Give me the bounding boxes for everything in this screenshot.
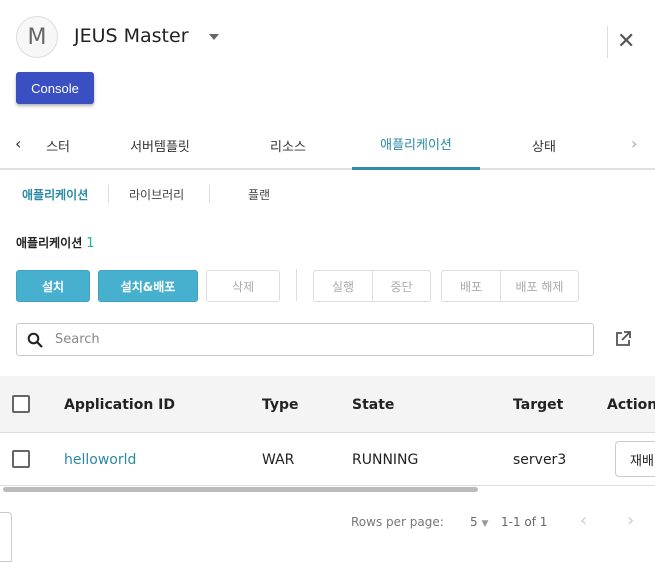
install-deploy-button[interactable]: 설치&배포 <box>98 270 198 302</box>
install-button[interactable]: 설치 <box>16 270 90 302</box>
dropdown-caret-icon: ▼ <box>481 519 489 529</box>
tab-label: 스터 <box>46 139 70 155</box>
divider <box>607 26 608 58</box>
page-range: 1-1 of 1 <box>501 515 548 529</box>
tab-application[interactable]: 애플리케이션 <box>352 120 480 170</box>
tab-cluster[interactable]: 스터 <box>36 120 70 170</box>
chevron-left-icon[interactable]: ‹ <box>15 134 21 153</box>
divider <box>296 269 297 301</box>
tab-resource[interactable]: 리소스 <box>230 120 346 170</box>
prev-page-icon[interactable]: ‹ <box>580 510 587 531</box>
run-button[interactable]: 실행 <box>314 271 372 301</box>
target-cell: server3 <box>513 452 567 468</box>
stop-button[interactable]: 중단 <box>372 271 430 301</box>
open-external-icon[interactable] <box>614 330 632 348</box>
search-input[interactable] <box>55 332 555 347</box>
search-icon <box>27 332 43 348</box>
divider <box>108 185 109 203</box>
select-all-checkbox[interactable] <box>12 395 30 413</box>
column-state[interactable]: State <box>352 397 394 413</box>
app-count: 1 <box>86 236 95 251</box>
column-action: Action <box>607 397 655 413</box>
type-cell: WAR <box>262 452 295 468</box>
divider <box>209 185 210 203</box>
state-cell: RUNNING <box>352 452 419 468</box>
section-title: 애플리케이션 1 <box>16 234 95 251</box>
subtab-library[interactable]: 라이브러리 <box>129 186 184 203</box>
column-application-id[interactable]: Application ID <box>64 397 175 413</box>
deploy-group: 배포 배포 해제 <box>441 270 579 302</box>
dropdown-caret-icon[interactable] <box>209 34 219 40</box>
tab-status[interactable]: 상태 <box>490 120 598 170</box>
undeploy-button[interactable]: 배포 해제 <box>500 271 578 301</box>
avatar: M <box>16 16 58 58</box>
server-title[interactable]: JEUS Master <box>74 25 189 47</box>
run-stop-group: 실행 중단 <box>313 270 431 302</box>
close-icon[interactable]: ✕ <box>617 28 635 56</box>
delete-button[interactable]: 삭제 <box>206 270 280 302</box>
subtab-application[interactable]: 애플리케이션 <box>22 186 88 203</box>
rows-per-page-select[interactable]: 5 ▼ <box>470 515 488 529</box>
horizontal-scrollbar[interactable] <box>3 487 478 492</box>
column-target[interactable]: Target <box>513 397 563 413</box>
rows-per-page-value: 5 <box>470 515 478 529</box>
row-checkbox[interactable] <box>12 450 30 468</box>
console-button[interactable]: Console <box>16 72 94 104</box>
table-row: helloworld WAR RUNNING server3 <box>0 433 655 486</box>
subtab-plan[interactable]: 플랜 <box>248 186 270 203</box>
deploy-button[interactable]: 배포 <box>442 271 500 301</box>
application-id-link[interactable]: helloworld <box>64 452 136 468</box>
rows-per-page-label: Rows per page: <box>351 515 444 529</box>
chevron-right-icon[interactable]: › <box>631 134 637 153</box>
next-page-icon[interactable]: › <box>627 510 634 531</box>
tab-bar: ‹ 스터 서버템플릿 리소스 애플리케이션 상태 › <box>0 120 655 170</box>
search-field[interactable] <box>16 323 594 356</box>
table-header: Application ID Type State Target Action <box>0 376 655 433</box>
redeploy-button[interactable]: 재배 <box>615 441 655 477</box>
column-type[interactable]: Type <box>262 397 299 413</box>
panel-edge <box>0 512 12 562</box>
tab-server-template[interactable]: 서버템플릿 <box>100 120 220 170</box>
section-label: 애플리케이션 <box>16 236 83 250</box>
